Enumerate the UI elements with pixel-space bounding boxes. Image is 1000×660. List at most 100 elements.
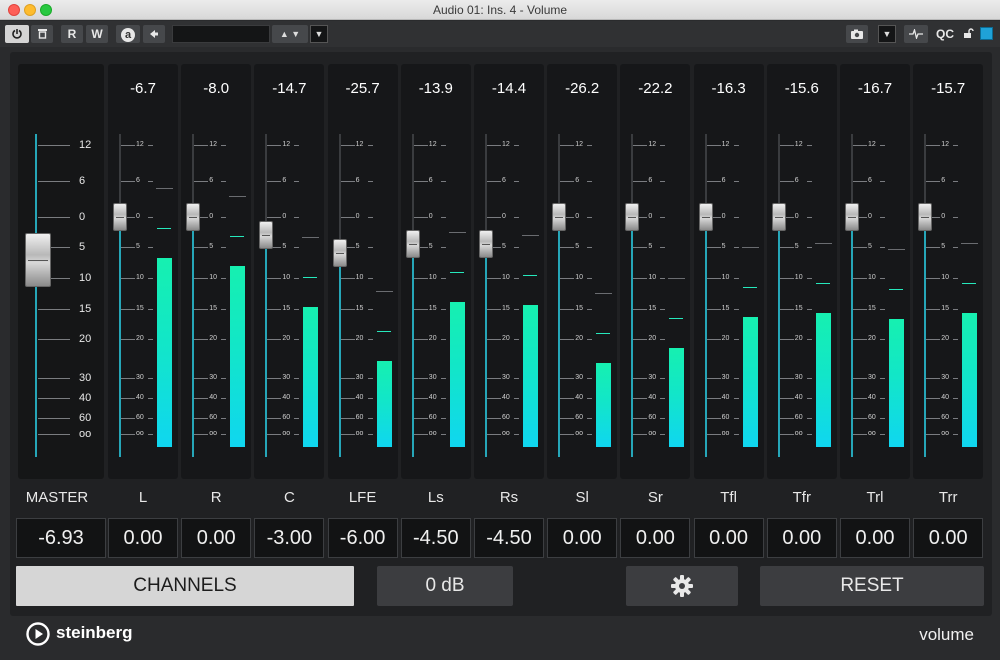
scale-tick [560,247,575,248]
scale-tick-right [733,145,739,146]
deactivate-icon [37,29,47,39]
scale-label: 12 [136,141,144,148]
fader-handle[interactable] [552,203,567,231]
fader-track[interactable] [777,217,780,457]
scale-label: 12 [575,141,583,148]
scale-tick-right [806,145,812,146]
fader-track[interactable] [192,217,195,457]
scale-label: 60 [502,414,510,421]
preset-prev-next-buttons[interactable]: ▲ ▼ [272,25,308,43]
channel-gain-value[interactable]: -4.50 [400,518,471,558]
level-meter [596,363,612,447]
scale-label: 30 [721,374,730,381]
fader-handle[interactable] [845,203,859,231]
level-meter [669,347,685,447]
scale-tick [779,247,794,248]
scale-tick [267,309,282,310]
master-scale-tick [38,181,70,182]
channel-peak-value: -14.7 [272,80,307,97]
fader-handle[interactable] [771,203,786,231]
quick-controls-button[interactable]: QC [933,25,957,43]
settings-button[interactable] [626,566,738,606]
preset-name-field[interactable] [172,25,270,43]
channel-gain-value[interactable]: -3.00 [254,518,325,558]
master-fader-track[interactable] [35,134,37,457]
master-scale-tick [38,398,70,399]
channel-gain-value[interactable]: -6.00 [327,518,398,558]
preset-up-icon[interactable]: ▲ [280,29,289,39]
channel-strip: -14.7 12 6 0 5 10 15 20 30 40 60 oo [254,64,325,479]
channel-gain-value[interactable]: 0.00 [181,518,252,558]
reset-button[interactable]: RESET [760,566,984,606]
scale-label: 40 [721,394,730,401]
channel-gain-value[interactable]: 0.00 [547,518,618,558]
scale-tick-right [953,217,959,218]
fader-handle[interactable] [332,239,347,268]
scale-label: 5 [355,243,360,250]
master-scale-label: 5 [79,241,86,253]
fader-track[interactable] [851,217,853,457]
scale-label: 5 [282,243,287,250]
preset-browser-button[interactable]: a [116,25,140,43]
fader-track[interactable] [119,217,121,457]
deactivate-button[interactable] [31,25,53,43]
snapshot-dropdown[interactable]: ▼ [878,25,896,43]
channel-name: Sr [647,489,663,506]
fader-handle[interactable] [625,203,640,231]
channel-gain-value[interactable]: 0.00 [108,518,178,558]
scale-label: 0 [502,213,506,220]
read-automation-button[interactable]: R [61,25,83,43]
channels-button[interactable]: CHANNELS [16,566,354,606]
fader-track[interactable] [704,217,707,457]
fader-handle[interactable] [113,203,127,231]
fader-handle[interactable] [479,230,493,258]
scale-tick-right [367,339,373,340]
scale-label: 6 [502,177,506,184]
fader-track[interactable] [924,217,927,457]
fader-handle[interactable] [186,203,201,231]
fader-handle[interactable] [698,203,713,231]
fader-handle[interactable] [918,203,933,231]
scale-tick-right [367,434,373,435]
scale-tick-right [440,181,446,182]
scale-tick-right [514,217,519,218]
zero-db-button[interactable]: 0 dB [377,566,513,606]
channel-gain-value[interactable]: -4.50 [474,518,544,558]
channel-gain-value[interactable]: 0.00 [766,518,837,558]
activity-button[interactable] [904,25,928,43]
scale-tick [560,398,575,399]
channel-gain-value[interactable]: 0.00 [840,518,910,558]
channel-peak-value: -16.3 [711,80,746,97]
peak-hold-line [376,331,391,333]
lock-button[interactable] [960,25,976,43]
snapshot-button[interactable] [846,25,868,43]
side-chain-button[interactable] [143,25,165,43]
channel-gain-value[interactable]: 0.00 [913,518,984,558]
master-gain-value[interactable]: -6.93 [16,518,106,558]
fader-track[interactable] [338,253,341,457]
scale-tick-right [806,378,812,379]
fader-track[interactable] [558,217,561,457]
scale-label: 10 [794,274,803,281]
scale-label: 12 [282,141,291,148]
channel-name: Trl [866,489,884,506]
peak-hold-line [669,317,684,319]
channel-name: Tfr [792,489,811,506]
fader-track[interactable] [631,217,634,457]
fader-track[interactable] [411,244,414,457]
preset-down-icon[interactable]: ▼ [291,29,300,39]
fader-handle[interactable] [259,221,274,249]
scale-tick-right [514,181,519,182]
channel-gain-value[interactable]: 0.00 [693,518,764,558]
fader-track[interactable] [265,235,268,457]
scale-label: 10 [868,274,876,281]
fader-track[interactable] [485,244,487,457]
master-fader-handle[interactable] [25,232,51,287]
fader-handle[interactable] [405,230,420,258]
plugin-color-indicator[interactable] [980,27,993,40]
preset-menu-dropdown[interactable]: ▼ [310,25,328,43]
scale-tick-right [806,217,812,218]
bypass-button[interactable] [5,25,29,43]
write-automation-button[interactable]: W [86,25,108,43]
channel-gain-value[interactable]: 0.00 [620,518,691,558]
